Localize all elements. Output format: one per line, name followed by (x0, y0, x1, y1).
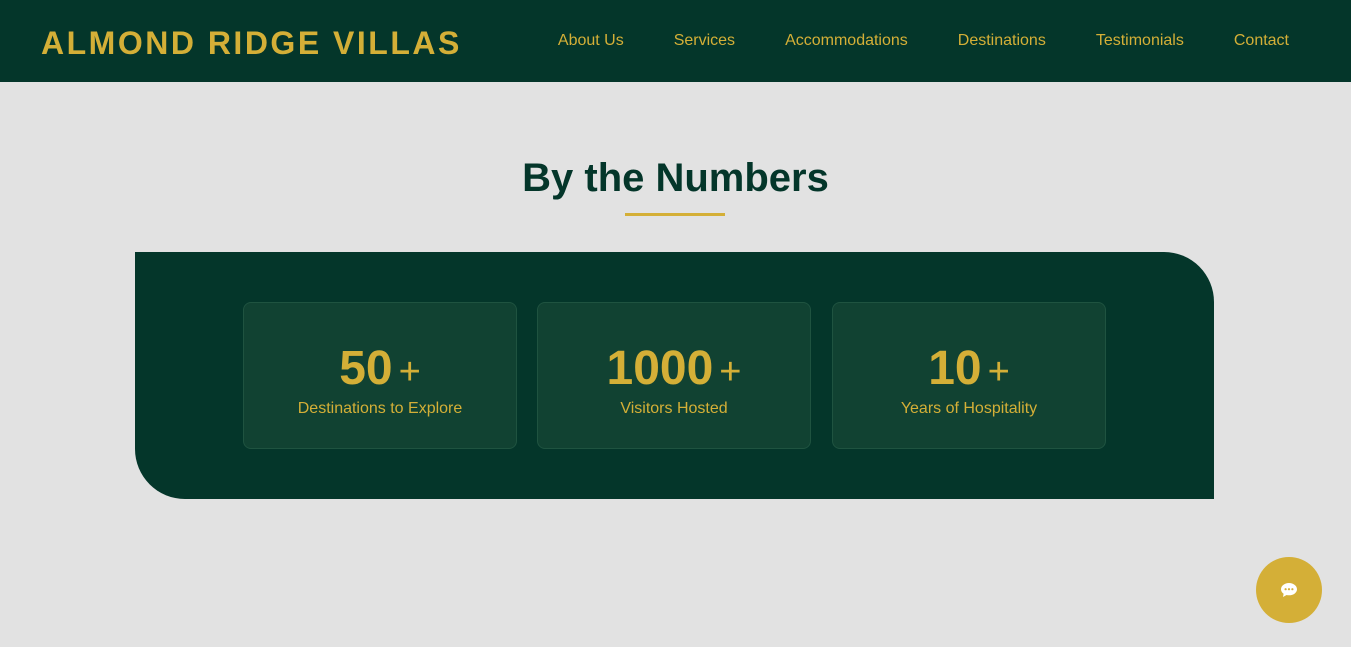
section-title: By the Numbers (522, 156, 829, 200)
stat-value: 50 + (244, 343, 516, 406)
nav-link-accommodations[interactable]: Accommodations (785, 31, 908, 51)
nav-link-services[interactable]: Services (674, 31, 735, 51)
nav-link-about-us[interactable]: About Us (558, 31, 624, 51)
stat-card-destinations: 50 + Destinations to Explore (243, 302, 517, 449)
stat-number: 1000 (606, 342, 714, 395)
stat-card-visitors: 1000 + Visitors Hosted (537, 302, 811, 449)
stat-number: 10 (928, 342, 982, 395)
stat-value: 10 + (833, 343, 1105, 406)
stat-card-years: 10 + Years of Hospitality (832, 302, 1106, 449)
stat-suffix: + (719, 351, 742, 393)
main-nav: About Us Services Accommodations Destina… (558, 31, 1289, 51)
chat-bubble-icon (1281, 583, 1297, 597)
stat-value: 1000 + (538, 343, 810, 406)
nav-link-testimonials[interactable]: Testimonials (1096, 31, 1184, 51)
stat-suffix: + (987, 351, 1010, 393)
nav-link-destinations[interactable]: Destinations (958, 31, 1046, 51)
chat-button[interactable] (1256, 557, 1322, 623)
brand-logo[interactable]: ALMOND RIDGE VILLAS (41, 24, 462, 62)
title-underline (625, 213, 725, 216)
stat-label: Visitors Hosted (620, 400, 728, 417)
stat-number: 50 (339, 342, 393, 395)
stat-label: Years of Hospitality (900, 400, 1038, 417)
site-header: ALMOND RIDGE VILLAS About Us Services Ac… (0, 0, 1351, 82)
nav-link-contact[interactable]: Contact (1234, 31, 1289, 51)
stat-label: Destinations to Explore (297, 400, 463, 417)
stat-suffix: + (398, 351, 421, 393)
stats-panel: 50 + Destinations to Explore 1000 + Visito… (135, 252, 1214, 499)
